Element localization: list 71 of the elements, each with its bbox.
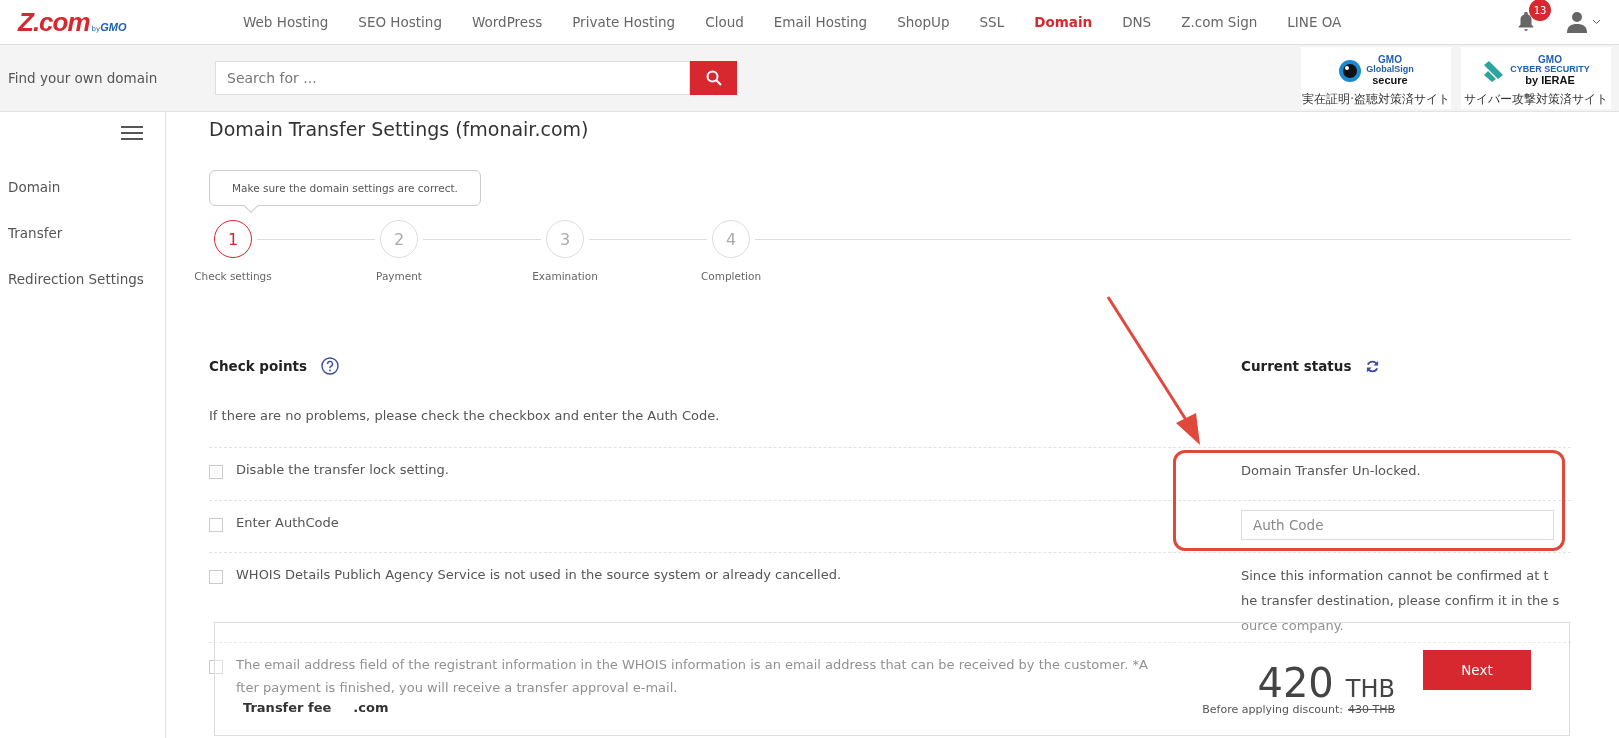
notification-badge: 13 (1529, 0, 1551, 21)
logo-text: Z.com (18, 6, 90, 38)
security-seal[interactable]: GMO CYBER SECURITY by IERAE サイバー攻撃対策済サイト (1461, 47, 1611, 109)
check-item-text: Enter AuthCode (236, 514, 339, 532)
check-item-text: The email address field of the registrant information in the WHOIS information is an email address that can be received by the customer. *A (236, 656, 1148, 674)
step-number: 1 (214, 220, 252, 258)
seal-text: by IERAE (1525, 74, 1575, 87)
nav-link[interactable]: Z.com Sign (1166, 14, 1273, 30)
status-text: Since this information cannot be confirmed at t (1241, 567, 1550, 585)
check-item-text: Disable the transfer lock setting. (236, 461, 449, 479)
page-title: Domain Transfer Settings (fmonair.com) (209, 118, 590, 142)
nav-link[interactable]: SEO Hosting (343, 14, 457, 30)
currency-text: THB (1345, 674, 1395, 703)
nav-link[interactable]: Private Hosting (557, 14, 691, 30)
nav-link[interactable]: LINE OA (1272, 14, 1357, 30)
discount-label: Before applying discount: (1202, 702, 1343, 716)
sidebar-item[interactable]: Domain (0, 164, 165, 210)
checkbox[interactable] (209, 570, 223, 584)
logo-brand-text: GMO (100, 20, 127, 33)
seal-text: CYBER SECURITY (1510, 65, 1590, 75)
step-number: 2 (380, 220, 418, 258)
check-item-text: WHOIS Details Publich Agency Service is not used in the source system or already cancelled. (236, 566, 842, 584)
sidebar-item[interactable]: Transfer (0, 210, 165, 256)
security-seal[interactable]: GMO GlobalSign secure 実在証明·盗聴対策済サイト (1301, 47, 1451, 109)
fee-label: Transfer fee (243, 699, 332, 715)
search-label: Find your own domain (8, 70, 159, 86)
step-label: Completion (700, 270, 762, 282)
eye-icon (1338, 58, 1363, 83)
section-title: Current status (1241, 358, 1352, 374)
status-text: Domain Transfer Un-locked. (1241, 462, 1422, 480)
tld-text: .com (353, 699, 389, 715)
next-button[interactable]: Next (1423, 650, 1531, 690)
seal-text: secure (1372, 74, 1408, 87)
checkbox[interactable] (209, 465, 223, 479)
auth-code-field[interactable]: Auth Code (1241, 510, 1554, 540)
nav-link[interactable]: ShopUp (882, 14, 965, 30)
status-text: ource company. (1241, 617, 1345, 635)
price-text: 420 (1257, 662, 1334, 703)
help-icon[interactable] (321, 357, 340, 375)
step-number: 4 (712, 220, 750, 258)
section-title: Check points (209, 358, 308, 374)
caret-icon[interactable] (1592, 19, 1601, 25)
seal-text: GlobalSign (1366, 65, 1414, 75)
step-number: 3 (546, 220, 584, 258)
nav-link[interactable]: WordPress (457, 14, 558, 30)
nav-link[interactable]: DNS (1107, 14, 1167, 30)
seal-caption: 実在証明·盗聴対策済サイト (1302, 92, 1450, 107)
original-price: 430 THB (1347, 702, 1395, 716)
search-field[interactable]: Search for ... (215, 61, 690, 95)
nav-link[interactable]: Email Hosting (758, 14, 883, 30)
check-item-text: fter payment is finished, you will receive a transfer approval e-mail. (236, 679, 679, 697)
search-button[interactable] (690, 61, 737, 95)
checkbox[interactable] (209, 660, 223, 674)
status-text: he transfer destination, please confirm it in the s (1241, 592, 1561, 610)
seal-text: GMO (1538, 54, 1562, 66)
step-label: Check settings (194, 270, 272, 282)
menu-icon[interactable] (121, 126, 143, 140)
step-label: Examination (532, 270, 598, 282)
nav-link[interactable]: Domain (1019, 14, 1108, 30)
nav-link[interactable]: Web Hosting (228, 14, 344, 30)
checkbox[interactable] (209, 518, 223, 532)
user-icon[interactable] (1567, 11, 1587, 33)
seal-caption: サイバー攻撃対策済サイト (1464, 92, 1608, 107)
instruction-text: If there are no problems, please check the checkbox and enter the Auth Code. (209, 408, 721, 423)
sidebar-item[interactable]: Redirection Settings (0, 256, 165, 302)
search-icon (705, 70, 722, 86)
nav-link[interactable]: Cloud (690, 14, 759, 30)
step-label: Payment (376, 270, 422, 282)
seal-text: GMO (1378, 54, 1402, 65)
nav-link[interactable]: SSL (964, 14, 1020, 30)
refresh-icon[interactable] (1365, 358, 1381, 374)
